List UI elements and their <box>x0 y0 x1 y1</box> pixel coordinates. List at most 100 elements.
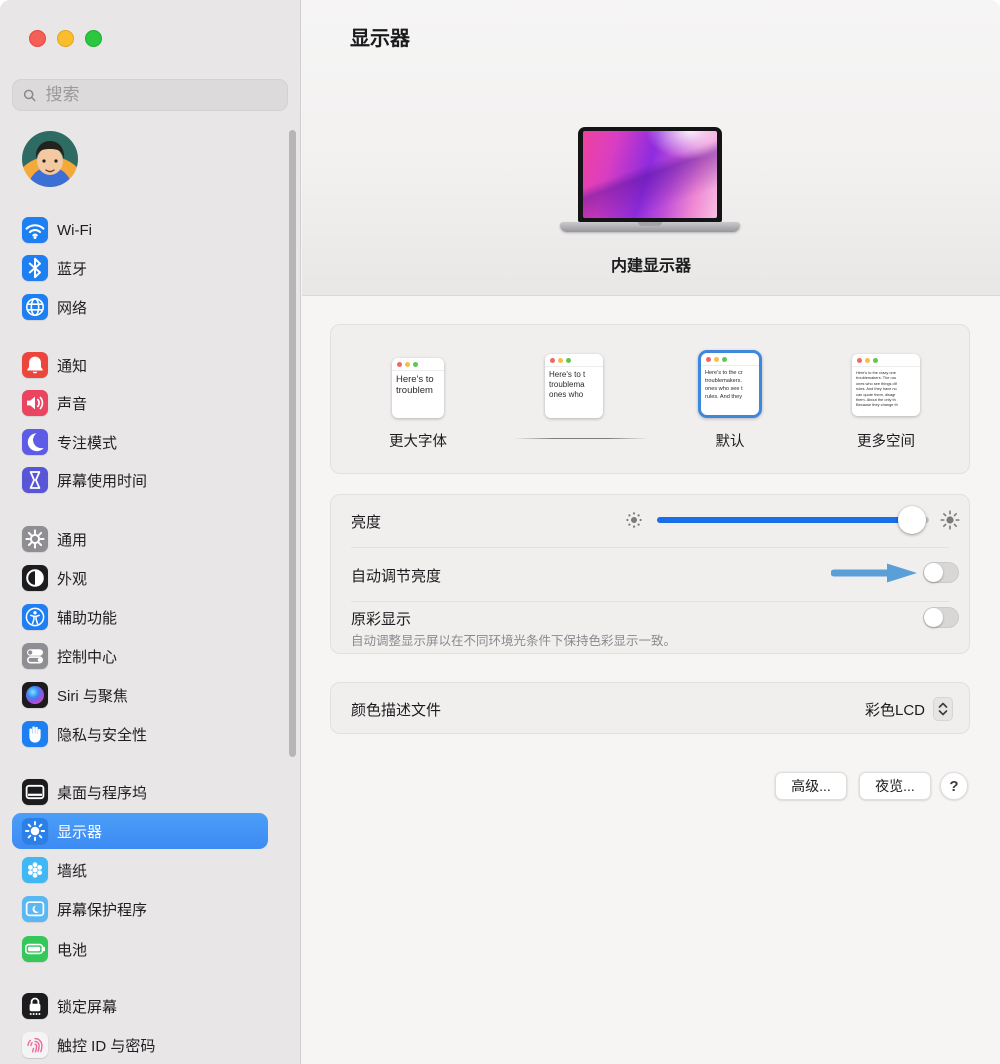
thumb-traffic-lights <box>392 358 444 371</box>
scaling-thumbnail-selected[interactable]: Here's to the cr troublemakers. ones who… <box>698 350 762 418</box>
scaling-option-label: 更多空间 <box>826 430 946 451</box>
brightness-settings-card: 亮度 自动调节亮度 原彩显示 自动调整显示屏以在不同环境光条件下保持色彩显示一致… <box>330 494 970 654</box>
scaling-thumbnail[interactable]: Here's to troublem <box>392 358 444 418</box>
row-divider <box>351 601 949 602</box>
color-profile-card: 颜色描述文件 彩色LCD <box>330 682 970 734</box>
wifi-icon <box>22 217 48 243</box>
display-preview-header: 显示器 内建显示器 <box>302 0 1000 296</box>
scaling-thumbnail[interactable]: Here's to the crazy one troublemakers. T… <box>852 354 920 416</box>
sidebar-item-label: 通用 <box>57 529 87 550</box>
sidebar-item-privacy-security[interactable]: 隐私与安全性 <box>12 716 268 752</box>
sidebar-item-notifications[interactable]: 通知 <box>12 347 268 383</box>
auto-brightness-label: 自动调节亮度 <box>351 565 441 586</box>
sidebar-item-wallpaper[interactable]: 墙纸 <box>12 852 268 888</box>
search-icon <box>23 88 37 103</box>
help-button[interactable]: ? <box>940 772 968 800</box>
search-field[interactable] <box>12 79 288 111</box>
advanced-button[interactable]: 高级... <box>775 772 847 800</box>
minimize-button[interactable] <box>57 30 74 47</box>
scaling-option-larger-text[interactable]: Here's to troublem 更大字体 <box>358 325 478 473</box>
true-tone-label: 原彩显示 <box>351 608 411 629</box>
brightness-label: 亮度 <box>351 511 381 532</box>
sidebar-item-control-center[interactable]: 控制中心 <box>12 638 268 674</box>
siri-icon <box>22 682 48 708</box>
sidebar-item-network[interactable]: 网络 <box>12 289 268 325</box>
brightness-slider-knob[interactable] <box>898 506 926 534</box>
annotation-underline <box>514 438 648 439</box>
hand-icon <box>22 721 48 747</box>
page-title: 显示器 <box>350 22 410 51</box>
close-button[interactable] <box>29 30 46 47</box>
scaling-option-2[interactable]: Here's to t troublema ones who <box>514 325 634 473</box>
scaling-option-label: 默认 <box>670 430 790 451</box>
sidebar-item-wifi[interactable]: Wi-Fi <box>12 212 268 248</box>
sidebar-item-label: 屏幕保护程序 <box>57 899 147 920</box>
scaling-options-card: Here's to troublem 更大字体 Here's to t trou… <box>330 324 970 474</box>
auto-brightness-toggle[interactable] <box>923 562 959 583</box>
bell-icon <box>22 352 48 378</box>
fingerprint-icon <box>22 1032 48 1058</box>
scaling-option-more-space[interactable]: Here's to the crazy one troublemakers. T… <box>826 325 946 473</box>
user-avatar[interactable] <box>22 131 78 187</box>
true-tone-description: 自动调整显示屏以在不同环境光条件下保持色彩显示一致。 <box>351 630 676 649</box>
sidebar-item-label: 锁定屏幕 <box>57 996 117 1017</box>
sidebar-item-label: 屏幕使用时间 <box>57 470 147 491</box>
sidebar-item-accessibility[interactable]: 辅助功能 <box>12 599 268 635</box>
chevron-up-down-icon[interactable] <box>933 697 953 721</box>
scaling-option-label: 更大字体 <box>358 430 478 451</box>
night-shift-button[interactable]: 夜览... <box>859 772 931 800</box>
color-profile-select[interactable]: 彩色LCD <box>865 683 953 735</box>
sidebar-item-label: 专注模式 <box>57 432 117 453</box>
scaling-thumbnail[interactable]: Here's to t troublema ones who <box>545 354 603 418</box>
brightness-bright-icon <box>937 507 963 533</box>
color-profile-value: 彩色LCD <box>865 699 925 720</box>
accessibility-icon <box>22 604 48 630</box>
thumb-sample-text: Here's to the cr troublemakers. ones who… <box>701 366 759 404</box>
sidebar-item-label: 外观 <box>57 568 87 589</box>
sidebar-item-label: 电池 <box>57 939 87 960</box>
sidebar-item-screen-saver[interactable]: 屏幕保护程序 <box>12 891 268 927</box>
sidebar-item-desktop-dock[interactable]: 桌面与程序坞 <box>12 774 268 810</box>
zoom-button[interactable] <box>85 30 102 47</box>
globe-icon <box>22 294 48 320</box>
sidebar-item-screen-time[interactable]: 屏幕使用时间 <box>12 462 268 498</box>
sidebar-item-label: 隐私与安全性 <box>57 724 147 745</box>
sidebar-item-general[interactable]: 通用 <box>12 521 268 557</box>
sidebar-scrollbar[interactable] <box>289 130 296 757</box>
lock-icon <box>22 993 48 1019</box>
color-profile-label: 颜色描述文件 <box>351 699 441 720</box>
search-input[interactable] <box>44 84 277 106</box>
speaker-icon <box>22 390 48 416</box>
annotation-arrow-icon <box>831 562 919 584</box>
wallpaper-preview <box>583 131 717 218</box>
sidebar-item-lock-screen[interactable]: 锁定屏幕 <box>12 988 268 1024</box>
gear-icon <box>22 526 48 552</box>
sidebar-item-touch-id[interactable]: 触控 ID 与密码 <box>12 1027 268 1063</box>
sidebar-item-sound[interactable]: 声音 <box>12 385 268 421</box>
sidebar-item-label: 显示器 <box>57 821 102 842</box>
true-tone-toggle[interactable] <box>923 607 959 628</box>
sidebar-item-label: 网络 <box>57 297 87 318</box>
sidebar-item-displays[interactable]: 显示器 <box>12 813 268 849</box>
sidebar: Wi-Fi 蓝牙 网络 通知 声音 专注模式 屏幕使用时间 <box>0 0 301 1064</box>
sidebar-item-label: Wi-Fi <box>57 222 92 239</box>
system-settings-window: Wi-Fi 蓝牙 网络 通知 声音 专注模式 屏幕使用时间 <box>0 0 1000 1064</box>
thumb-sample-text: Here's to the crazy one troublemakers. T… <box>852 367 920 411</box>
thumb-traffic-lights <box>852 354 920 367</box>
sidebar-item-siri-spotlight[interactable]: Siri 与聚焦 <box>12 677 268 713</box>
moon-icon <box>22 429 48 455</box>
battery-icon <box>22 936 48 962</box>
thumb-sample-text: Here's to troublem <box>392 371 444 399</box>
brightness-slider-fill <box>657 517 912 523</box>
sidebar-item-appearance[interactable]: 外观 <box>12 560 268 596</box>
brightness-slider[interactable] <box>657 517 929 523</box>
scaling-option-default[interactable]: Here's to the cr troublemakers. ones who… <box>670 325 790 473</box>
sidebar-item-focus[interactable]: 专注模式 <box>12 424 268 460</box>
screensaver-icon <box>22 896 48 922</box>
display-brightness-icon <box>22 818 48 844</box>
thumb-traffic-lights <box>545 354 603 367</box>
sidebar-item-battery[interactable]: 电池 <box>12 931 268 967</box>
sidebar-item-label: 声音 <box>57 393 87 414</box>
sidebar-item-bluetooth[interactable]: 蓝牙 <box>12 250 268 286</box>
sidebar-item-label: 桌面与程序坞 <box>57 782 147 803</box>
